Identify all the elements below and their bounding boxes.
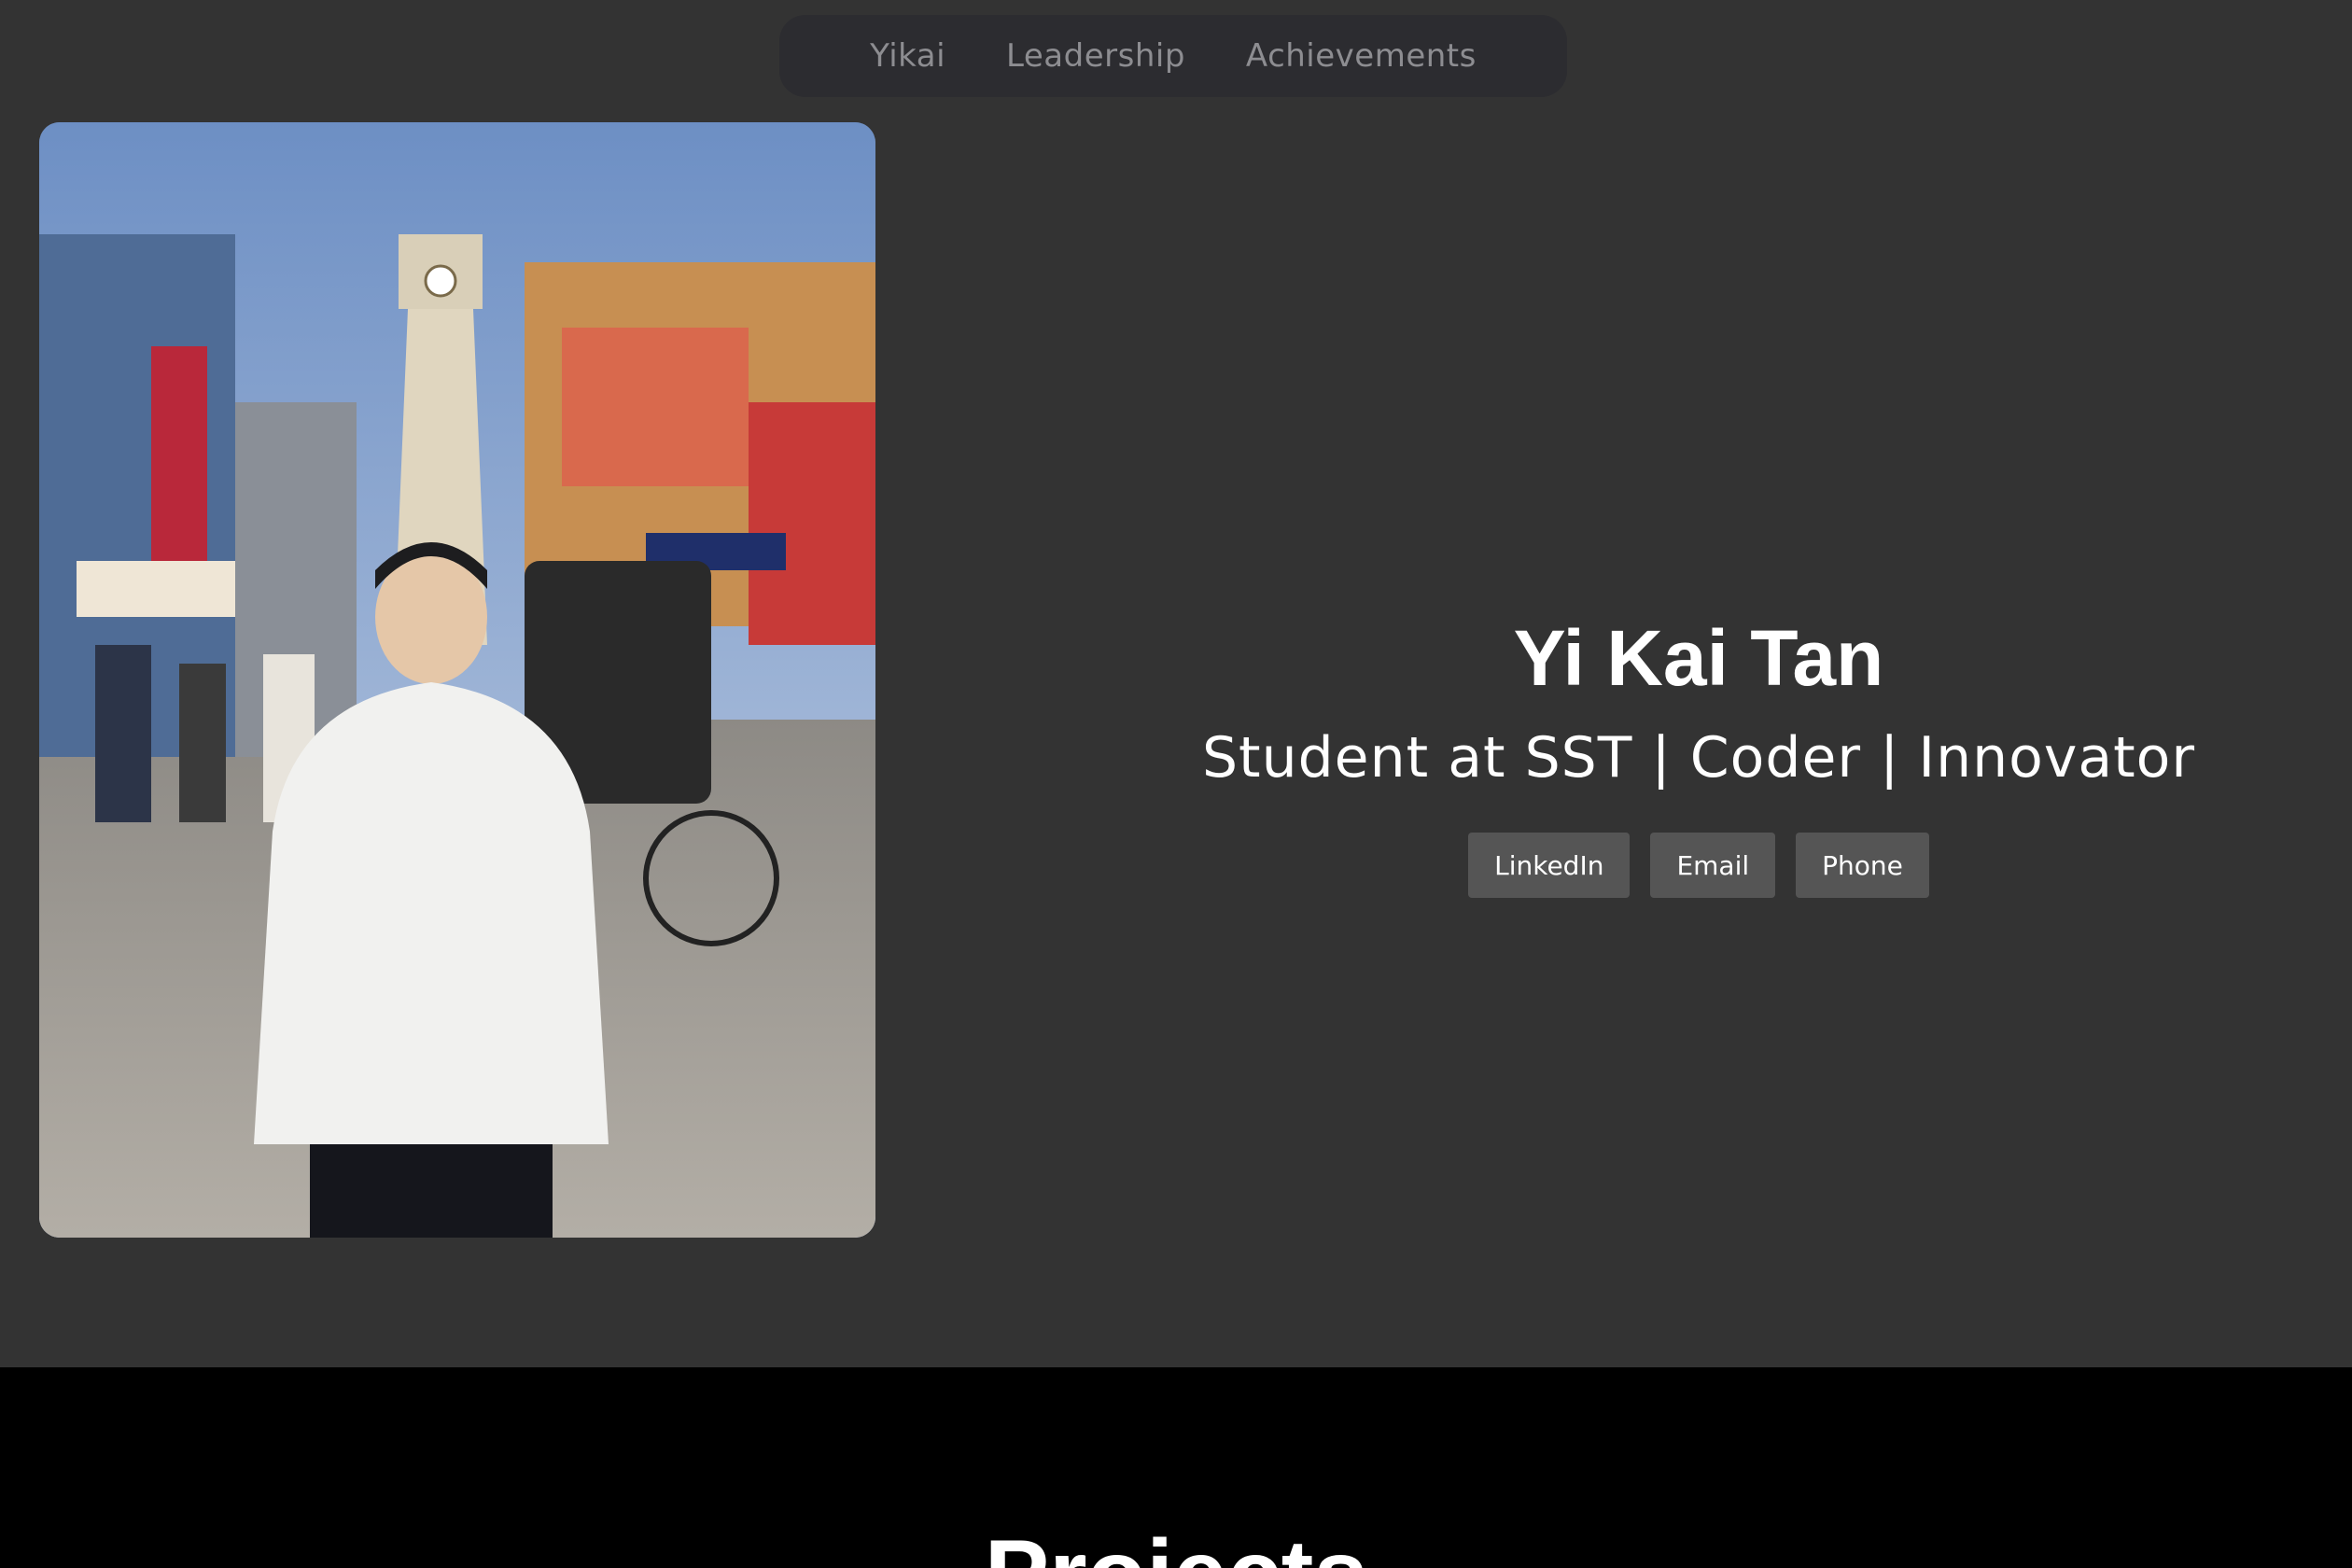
projects-heading: Projects: [0, 1526, 2352, 1568]
projects-section: Projects: [0, 1367, 2352, 1568]
phone-button[interactable]: Phone: [1796, 833, 1929, 898]
profile-photo: [39, 122, 875, 1238]
nav-link-leadership[interactable]: Leadership: [1006, 37, 1185, 75]
top-navbar: Yikai Leadership Achievements: [779, 15, 1567, 97]
hero-name: Yi Kai Tan: [1513, 614, 1884, 702]
street-scene-illustration: [39, 122, 875, 1238]
nav-link-achievements[interactable]: Achievements: [1246, 37, 1477, 75]
email-button[interactable]: Email: [1650, 833, 1776, 898]
hero-tagline: Student at SST | Coder | Innovator: [1201, 725, 2196, 791]
hero-section: Yi Kai Tan Student at SST | Coder | Inno…: [1129, 607, 2268, 898]
nav-link-yikai[interactable]: Yikai: [870, 37, 945, 75]
contact-buttons: LinkedIn Email Phone: [1129, 833, 2268, 898]
linkedin-button[interactable]: LinkedIn: [1468, 833, 1631, 898]
